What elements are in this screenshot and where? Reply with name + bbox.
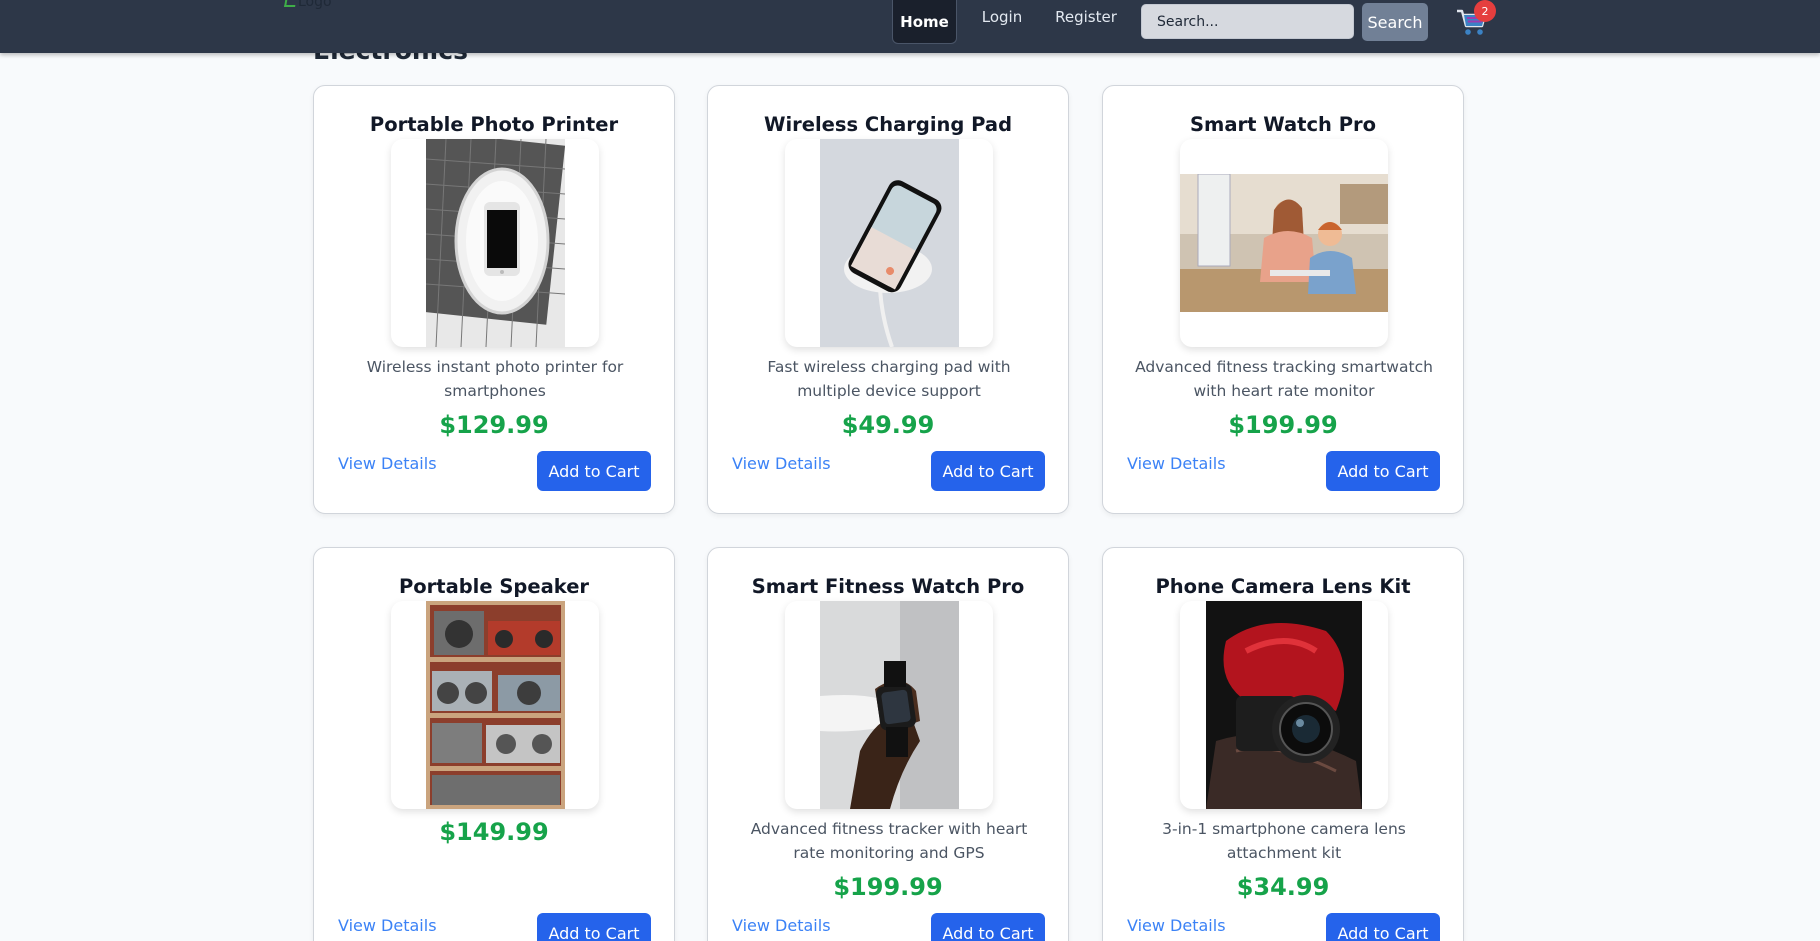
search-input[interactable] — [1141, 4, 1354, 39]
people-at-computer-photo — [1180, 174, 1388, 312]
boombox-shelf-photo — [426, 601, 565, 809]
top-navbar: Logo Home Login Register Search 2 — [0, 0, 1820, 53]
add-to-cart-button[interactable]: Add to Cart — [931, 451, 1045, 491]
product-price: $199.99 — [833, 873, 943, 901]
product-price: $129.99 — [439, 411, 549, 439]
product-description: Advanced fitness tracker with heart rate… — [750, 820, 1028, 862]
product-image-frame[interactable] — [785, 601, 993, 809]
add-to-cart-button[interactable]: Add to Cart — [931, 913, 1045, 941]
camera-bag-photo — [1206, 601, 1362, 809]
product-card: Portable Photo Printer Wireless instant … — [313, 85, 675, 514]
view-details-link[interactable]: View Details — [338, 454, 437, 473]
product-image-frame[interactable] — [1180, 139, 1388, 347]
broken-image-icon — [284, 0, 296, 8]
product-description: Wireless instant photo printer for smart… — [366, 358, 624, 400]
add-to-cart-button[interactable]: Add to Cart — [1326, 913, 1440, 941]
add-to-cart-button[interactable]: Add to Cart — [1326, 451, 1440, 491]
phone-on-charger-photo — [820, 139, 959, 347]
product-image-frame[interactable] — [391, 139, 599, 347]
product-title: Smart Fitness Watch Pro — [751, 575, 1025, 598]
product-image-frame[interactable] — [785, 139, 993, 347]
product-title: Wireless Charging Pad — [763, 113, 1013, 136]
product-description: 3-in-1 smartphone camera lens attachment… — [1162, 820, 1406, 862]
product-price: $34.99 — [1236, 873, 1330, 901]
product-title: Portable Photo Printer — [369, 113, 619, 136]
product-description: Fast wireless charging pad with multiple… — [767, 358, 1011, 400]
view-details-link[interactable]: View Details — [1127, 916, 1226, 935]
nav-login-button[interactable]: Login — [972, 0, 1032, 34]
view-details-link[interactable]: View Details — [732, 916, 831, 935]
product-card: Phone Camera Lens Kit 3-in-1 smartphone … — [1102, 547, 1464, 941]
nav-register-button[interactable]: Register — [1052, 0, 1120, 34]
product-card: Smart Watch Pro Advanced fitness trackin… — [1102, 85, 1464, 514]
product-card: Smart Fitness Watch Pro Advanced fitness… — [707, 547, 1069, 941]
product-title: Smart Watch Pro — [1189, 113, 1377, 136]
product-image-frame[interactable] — [391, 601, 599, 809]
search-button[interactable]: Search — [1362, 3, 1428, 41]
wrist-watch-photo — [820, 601, 959, 809]
view-details-link[interactable]: View Details — [338, 916, 437, 935]
add-to-cart-button[interactable]: Add to Cart — [537, 451, 651, 491]
view-details-link[interactable]: View Details — [1127, 454, 1226, 473]
phone-on-tray-photo — [426, 139, 565, 347]
product-title: Portable Speaker — [398, 575, 590, 598]
product-price: $49.99 — [841, 411, 935, 439]
product-price: $199.99 — [1228, 411, 1338, 439]
logo-alt-text: Logo — [298, 0, 332, 10]
product-price: $149.99 — [439, 818, 549, 846]
product-card: Wireless Charging Pad Fast wireless char… — [707, 85, 1069, 514]
view-details-link[interactable]: View Details — [732, 454, 831, 473]
product-title: Phone Camera Lens Kit — [1155, 575, 1411, 598]
product-card: Portable Speaker $149.99 View Details Ad… — [313, 547, 675, 941]
cart-count-badge: 2 — [1474, 0, 1496, 22]
add-to-cart-button[interactable]: Add to Cart — [537, 913, 651, 941]
nav-home-button[interactable]: Home — [892, 0, 957, 44]
logo[interactable]: Logo — [284, 0, 332, 10]
product-image-frame[interactable] — [1180, 601, 1388, 809]
product-description: Advanced fitness tracking smartwatch wit… — [1135, 358, 1433, 400]
